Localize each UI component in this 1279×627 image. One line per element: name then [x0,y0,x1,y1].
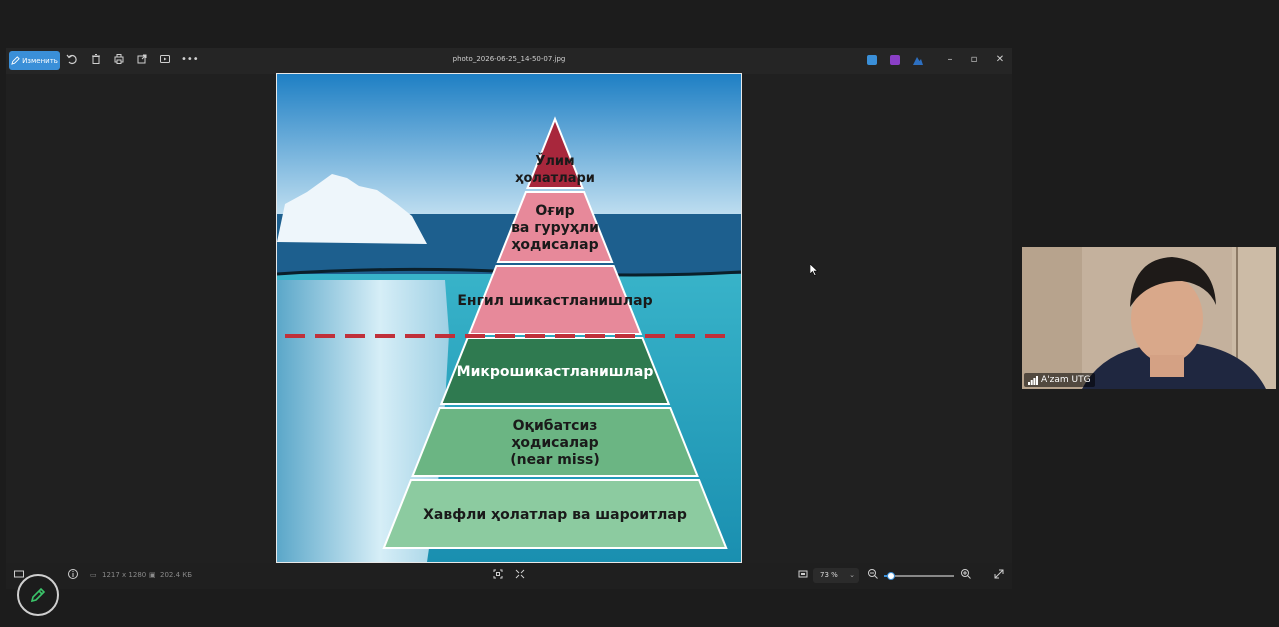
view-mode-icon[interactable] [796,568,810,582]
file-name: photo_2026-06-25_14-50-07.jpg [452,55,566,63]
edit-button[interactable]: Изменить [9,51,60,70]
pen-icon [30,587,46,603]
rotate-icon[interactable] [65,53,79,67]
file-size-icon: ▣ [149,571,156,579]
restore-button[interactable]: ▫ [966,53,982,67]
participant-label: A'zam UTG [1024,373,1095,387]
app-icon-mountain[interactable] [913,57,923,65]
status-bar: ▭ 1217 x 1280 ▣ 202.4 КБ 73 % ⌄ [6,563,1012,589]
photo-viewer-window: Изменить ••• photo_2026-06-25_14-50-07.j… [6,48,1012,589]
title-bar: Изменить ••• photo_2026-06-25_14-50-07.j… [6,48,1012,74]
pyramid-level-6-label: Хавфли ҳолатлар ва шароитлар [423,507,687,523]
edit-button-label: Изменить [22,56,58,65]
annotate-pen-button[interactable] [17,574,59,616]
mouse-cursor-icon [810,264,818,276]
actual-size-icon[interactable] [513,568,527,582]
image-dimensions: 1217 x 1280 [102,571,147,579]
zoom-in-icon[interactable] [959,568,973,582]
minimize-button[interactable]: – [942,53,958,67]
participant-video [1022,247,1276,389]
close-button[interactable]: ✕ [992,53,1008,67]
signal-icon [1028,375,1038,385]
fullscreen-icon[interactable] [992,568,1006,582]
pyramid-level-4-label: Микрошикастланишлар [457,364,654,380]
app-icon-purple[interactable] [890,55,900,65]
file-size: 202.4 КБ [160,571,193,579]
share-icon[interactable] [135,53,149,67]
print-icon[interactable] [112,53,126,67]
displayed-image: Ўлим ҳолатлари Оғир ва гуруҳли ҳодисалар Енги… [276,73,742,563]
slideshow-icon[interactable] [158,53,172,67]
delete-icon[interactable] [89,53,103,67]
pyramid-level-5-label: Оқибатсиз ҳодисалар (near miss) [510,418,600,468]
webcam-video-tile[interactable]: A'zam UTG [1022,247,1276,389]
zoom-slider-thumb[interactable] [887,572,895,580]
zoom-slider[interactable] [884,572,954,580]
more-options-icon[interactable]: ••• [181,53,199,67]
zoom-out-icon[interactable] [866,568,880,582]
iceberg-pyramid-image: Ўлим ҳолатлариОғир ва гуруҳли ҳодисаларЕнги… [277,74,741,562]
info-icon[interactable] [66,568,80,582]
app-icon-blue[interactable] [867,55,877,65]
zoom-level-select[interactable]: 73 % ⌄ [813,568,859,583]
chevron-down-icon: ⌄ [849,571,855,579]
participant-name: A'zam UTG [1041,375,1091,385]
fit-to-window-icon[interactable] [491,568,505,582]
image-size-icon: ▭ [90,571,97,579]
zoom-level-value: 73 % [820,571,838,579]
edit-icon [11,56,20,65]
pyramid-level-3-label: Енгил шикастланишлар [457,293,652,309]
